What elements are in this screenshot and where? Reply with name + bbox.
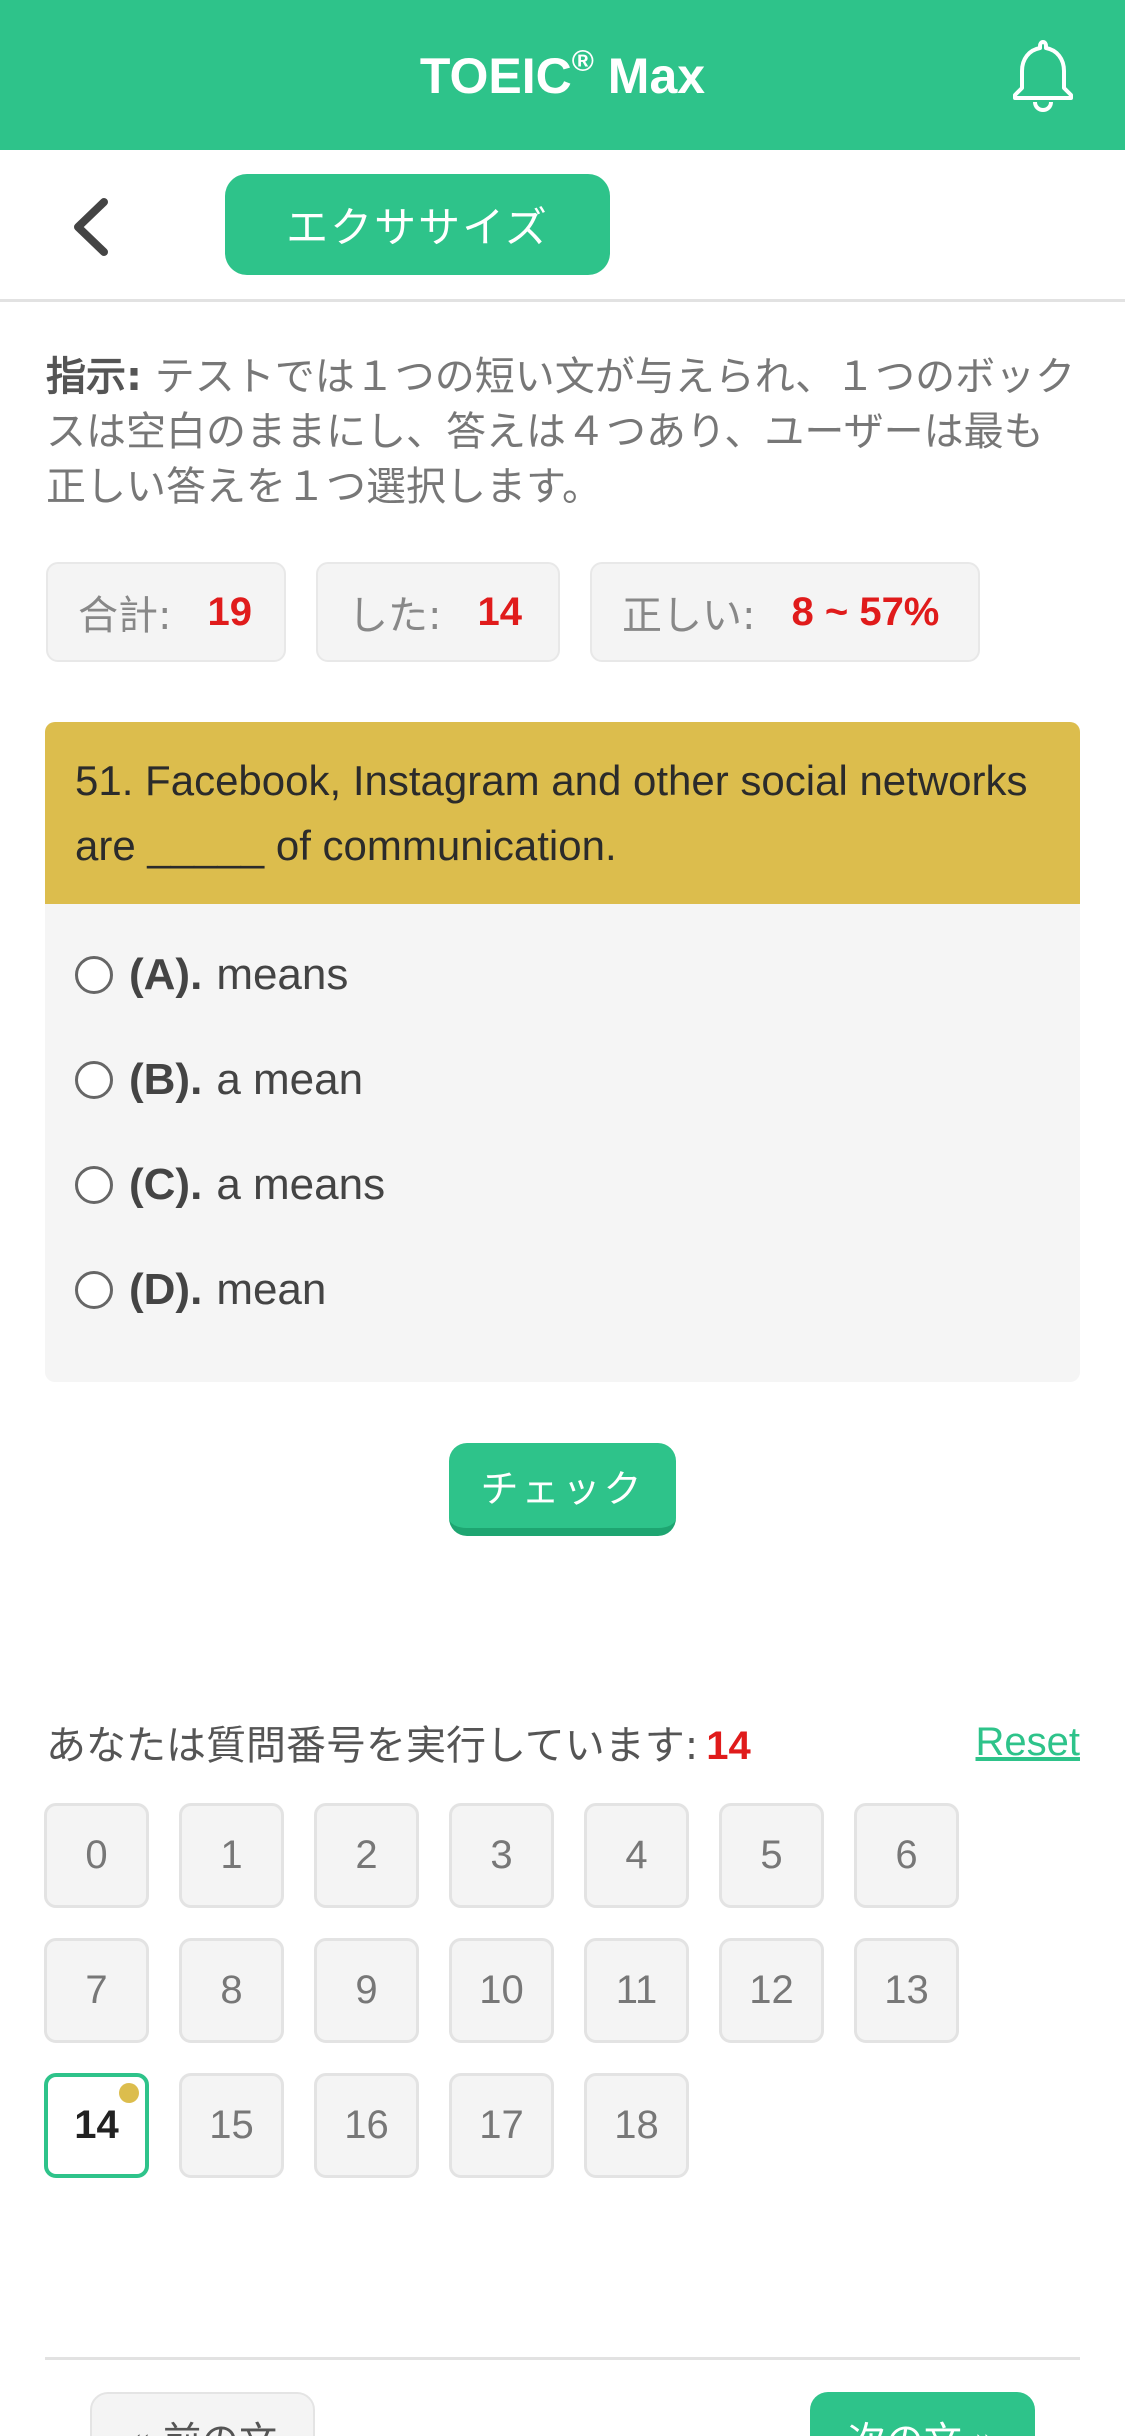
question-number-11[interactable]: 11 <box>584 1938 689 2043</box>
question-number-2[interactable]: 2 <box>314 1803 419 1908</box>
question-number-10[interactable]: 10 <box>449 1938 554 2043</box>
radio-button[interactable] <box>75 1060 113 1099</box>
divider <box>45 2357 1080 2360</box>
stats-row: 合計: 19 した: 14 正しい: 8 ~ 57% <box>46 562 980 662</box>
question-number-7[interactable]: 7 <box>44 1938 149 2043</box>
option-d[interactable]: (D). mean <box>75 1237 1050 1342</box>
question-number-14[interactable]: 14 <box>44 2073 149 2178</box>
question-number-13[interactable]: 13 <box>854 1938 959 2043</box>
tab-exercise[interactable]: エクササイズ <box>225 174 610 275</box>
question-number-3[interactable]: 3 <box>449 1803 554 1908</box>
answer-options: (A). means (B). a mean (C). a means (D).… <box>45 904 1080 1342</box>
app-title: TOEIC® Max <box>419 45 706 104</box>
app-header: TOEIC® Max <box>0 0 1125 150</box>
stat-correct: 正しい: 8 ~ 57% <box>590 562 980 662</box>
back-arrow-icon[interactable] <box>62 192 122 262</box>
question-number-0[interactable]: 0 <box>44 1803 149 1908</box>
radio-button[interactable] <box>75 1165 113 1204</box>
sub-navigation: エクササイズ <box>0 150 1125 302</box>
option-a[interactable]: (A). means <box>75 922 1050 1027</box>
instructions-label: 指示: <box>46 354 142 400</box>
radio-button[interactable] <box>75 1270 113 1309</box>
option-c[interactable]: (C). a means <box>75 1132 1050 1237</box>
question-number-15[interactable]: 15 <box>179 2073 284 2178</box>
question-number-9[interactable]: 9 <box>314 1938 419 2043</box>
question-number-5[interactable]: 5 <box>719 1803 824 1908</box>
instructions-text: テストでは１つの短い文が与えられ、１つのボックスは空白のままにし、答えは４つあり… <box>46 354 1076 510</box>
question-number-16[interactable]: 16 <box>314 2073 419 2178</box>
progress-label: あなたは質問番号を実行しています: 14 <box>46 1723 751 1769</box>
question-number-grid: 0 1 2 3 4 5 6 7 8 9 10 11 12 13 14 15 16 17 18 <box>44 1803 1024 2178</box>
question-number-6[interactable]: 6 <box>854 1803 959 1908</box>
question-number-8[interactable]: 8 <box>179 1938 284 2043</box>
progress-row: あなたは質問番号を実行しています: 14 Reset <box>46 1712 1080 1772</box>
check-button[interactable]: チェック <box>449 1443 676 1536</box>
stat-done: した: 14 <box>316 562 560 662</box>
question-text: 51. Facebook, Instagram and other social… <box>45 722 1080 904</box>
previous-sentence-button[interactable]: « 前の文 <box>90 2392 315 2436</box>
question-card: 51. Facebook, Instagram and other social… <box>45 722 1080 1382</box>
bell-icon[interactable] <box>1003 34 1083 114</box>
question-number-1[interactable]: 1 <box>179 1803 284 1908</box>
question-number-18[interactable]: 18 <box>584 2073 689 2178</box>
stat-total: 合計: 19 <box>46 562 286 662</box>
question-number-12[interactable]: 12 <box>719 1938 824 2043</box>
radio-button[interactable] <box>75 955 113 994</box>
option-b[interactable]: (B). a mean <box>75 1027 1050 1132</box>
instructions: 指示: テストでは１つの短い文が与えられ、１つのボックスは空白のままにし、答えは… <box>46 350 1076 515</box>
next-sentence-button[interactable]: 次の文 » <box>810 2392 1035 2436</box>
current-question-number: 14 <box>706 1724 751 1768</box>
question-number-4[interactable]: 4 <box>584 1803 689 1908</box>
reset-link[interactable]: Reset <box>976 1720 1081 1765</box>
question-number-17[interactable]: 17 <box>449 2073 554 2178</box>
